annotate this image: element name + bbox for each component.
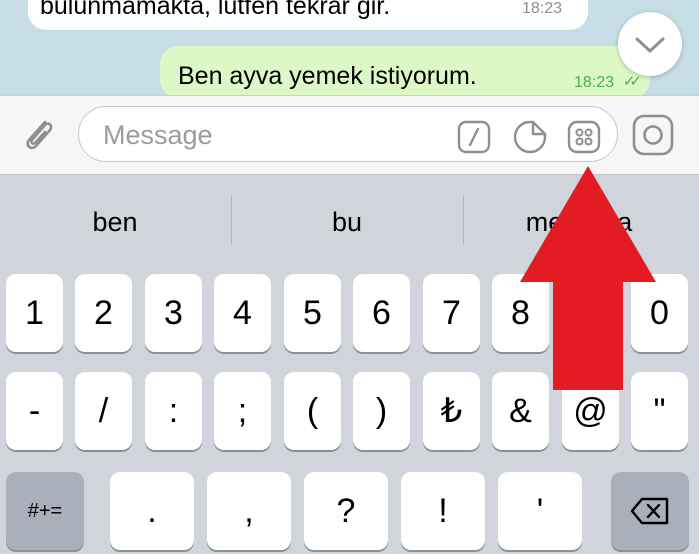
symbols-toggle-key[interactable]: #+=: [6, 472, 84, 550]
suggestion-bu[interactable]: bu: [232, 176, 462, 268]
key-4[interactable]: 4: [214, 274, 271, 352]
key-close-paren[interactable]: ): [353, 372, 410, 450]
key-semicolon[interactable]: ;: [214, 372, 271, 450]
key-comma[interactable]: ,: [207, 472, 291, 550]
key-9[interactable]: 9: [562, 274, 619, 352]
message-input[interactable]: [101, 117, 435, 153]
incoming-message[interactable]: bulunmamakta, lütfen tekrar gir. 18:23: [28, 0, 588, 30]
key-0[interactable]: 0: [631, 274, 688, 352]
outgoing-message-text: Ben ayva yemek istiyorum.: [178, 62, 477, 90]
key-open-paren[interactable]: (: [284, 372, 341, 450]
incoming-message-text: bulunmamakta, lütfen tekrar gir.: [40, 0, 391, 20]
slash-command-icon[interactable]: [457, 120, 491, 154]
key-2[interactable]: 2: [75, 274, 132, 352]
key-7[interactable]: 7: [423, 274, 480, 352]
message-input-bar: [0, 95, 699, 175]
camera-icon: [632, 114, 674, 156]
attach-button[interactable]: [14, 110, 62, 158]
outgoing-message[interactable]: Ben ayva yemek istiyorum. 18:23 ✓✓: [160, 46, 650, 95]
message-field[interactable]: [78, 106, 618, 162]
key-lira[interactable]: ₺: [423, 372, 480, 450]
key-3[interactable]: 3: [145, 274, 202, 352]
camera-button[interactable]: [628, 110, 678, 160]
paperclip-icon: [26, 120, 53, 150]
key-question[interactable]: ?: [304, 472, 388, 550]
key-1[interactable]: 1: [6, 274, 63, 352]
key-5[interactable]: 5: [284, 274, 341, 352]
emoji-keyboard-icon[interactable]: [567, 120, 601, 154]
backspace-key[interactable]: [611, 472, 689, 550]
key-slash[interactable]: /: [75, 372, 132, 450]
suggestion-bar: ben bu merhaba: [0, 176, 699, 268]
key-8[interactable]: 8: [492, 274, 549, 352]
key-exclamation[interactable]: !: [401, 472, 485, 550]
backspace-icon: [630, 497, 669, 525]
chat-area: bulunmamakta, lütfen tekrar gir. 18:23 B…: [0, 0, 699, 95]
key-period[interactable]: .: [110, 472, 194, 550]
key-hyphen[interactable]: -: [6, 372, 63, 450]
key-6[interactable]: 6: [353, 274, 410, 352]
chevron-down-icon: [635, 37, 665, 53]
scroll-down-button[interactable]: [618, 12, 682, 76]
sticker-icon[interactable]: [513, 120, 547, 154]
key-at[interactable]: @: [562, 372, 619, 450]
key-quote[interactable]: ": [631, 372, 688, 450]
key-ampersand[interactable]: &: [492, 372, 549, 450]
key-apostrophe[interactable]: ': [498, 472, 582, 550]
incoming-message-time: 18:23: [521, 0, 562, 17]
suggestion-merhaba[interactable]: merhaba: [464, 176, 694, 268]
outgoing-message-time: 18:23: [573, 74, 614, 91]
key-colon[interactable]: :: [145, 372, 202, 450]
suggestion-ben[interactable]: ben: [0, 176, 230, 268]
